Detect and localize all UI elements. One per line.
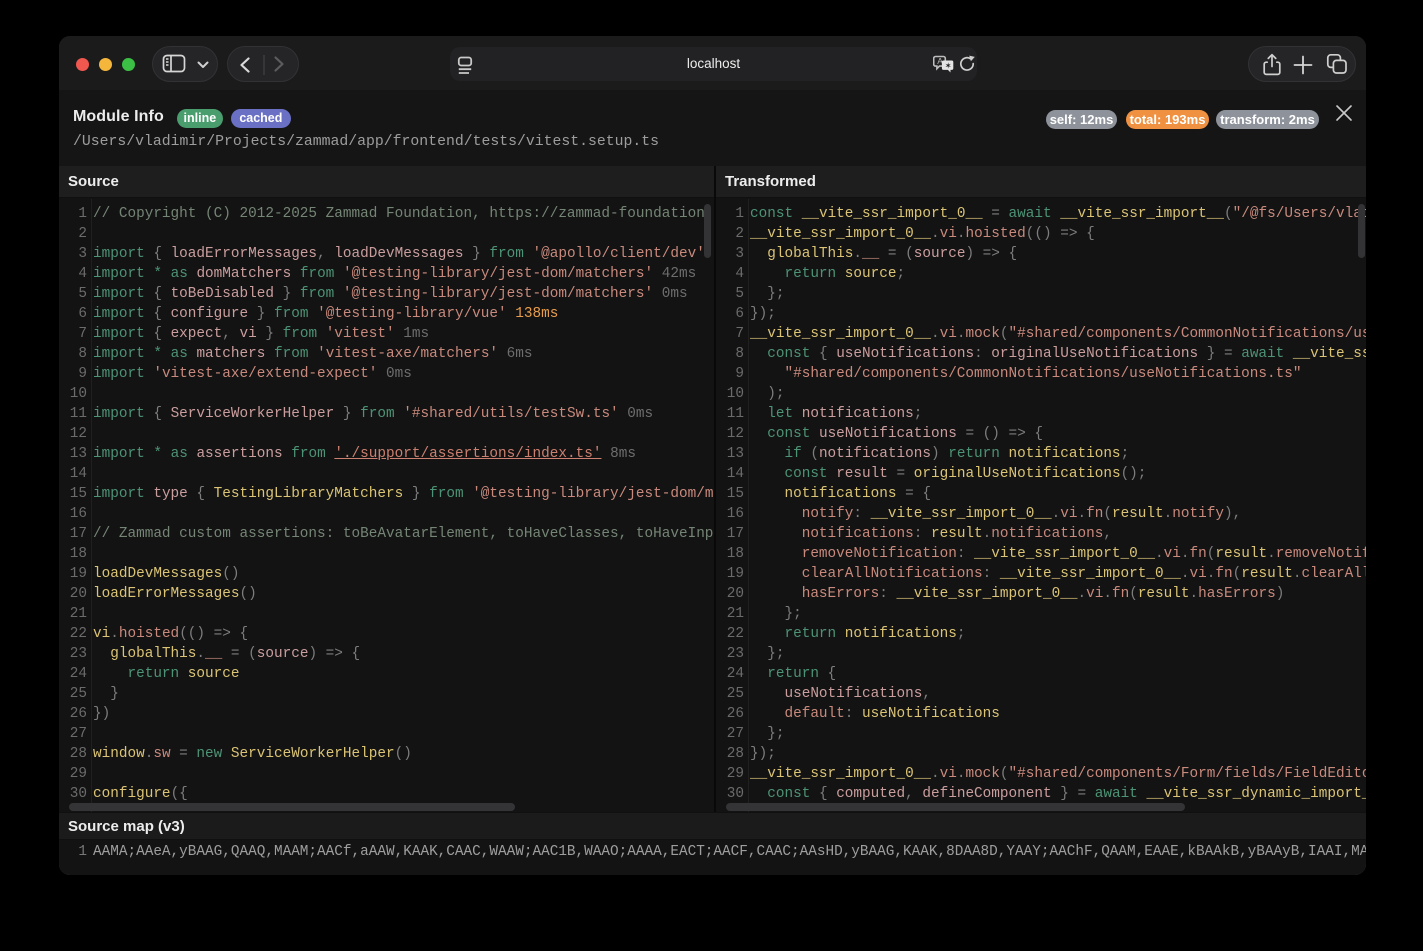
svg-text:✶: ✶ xyxy=(945,60,952,70)
